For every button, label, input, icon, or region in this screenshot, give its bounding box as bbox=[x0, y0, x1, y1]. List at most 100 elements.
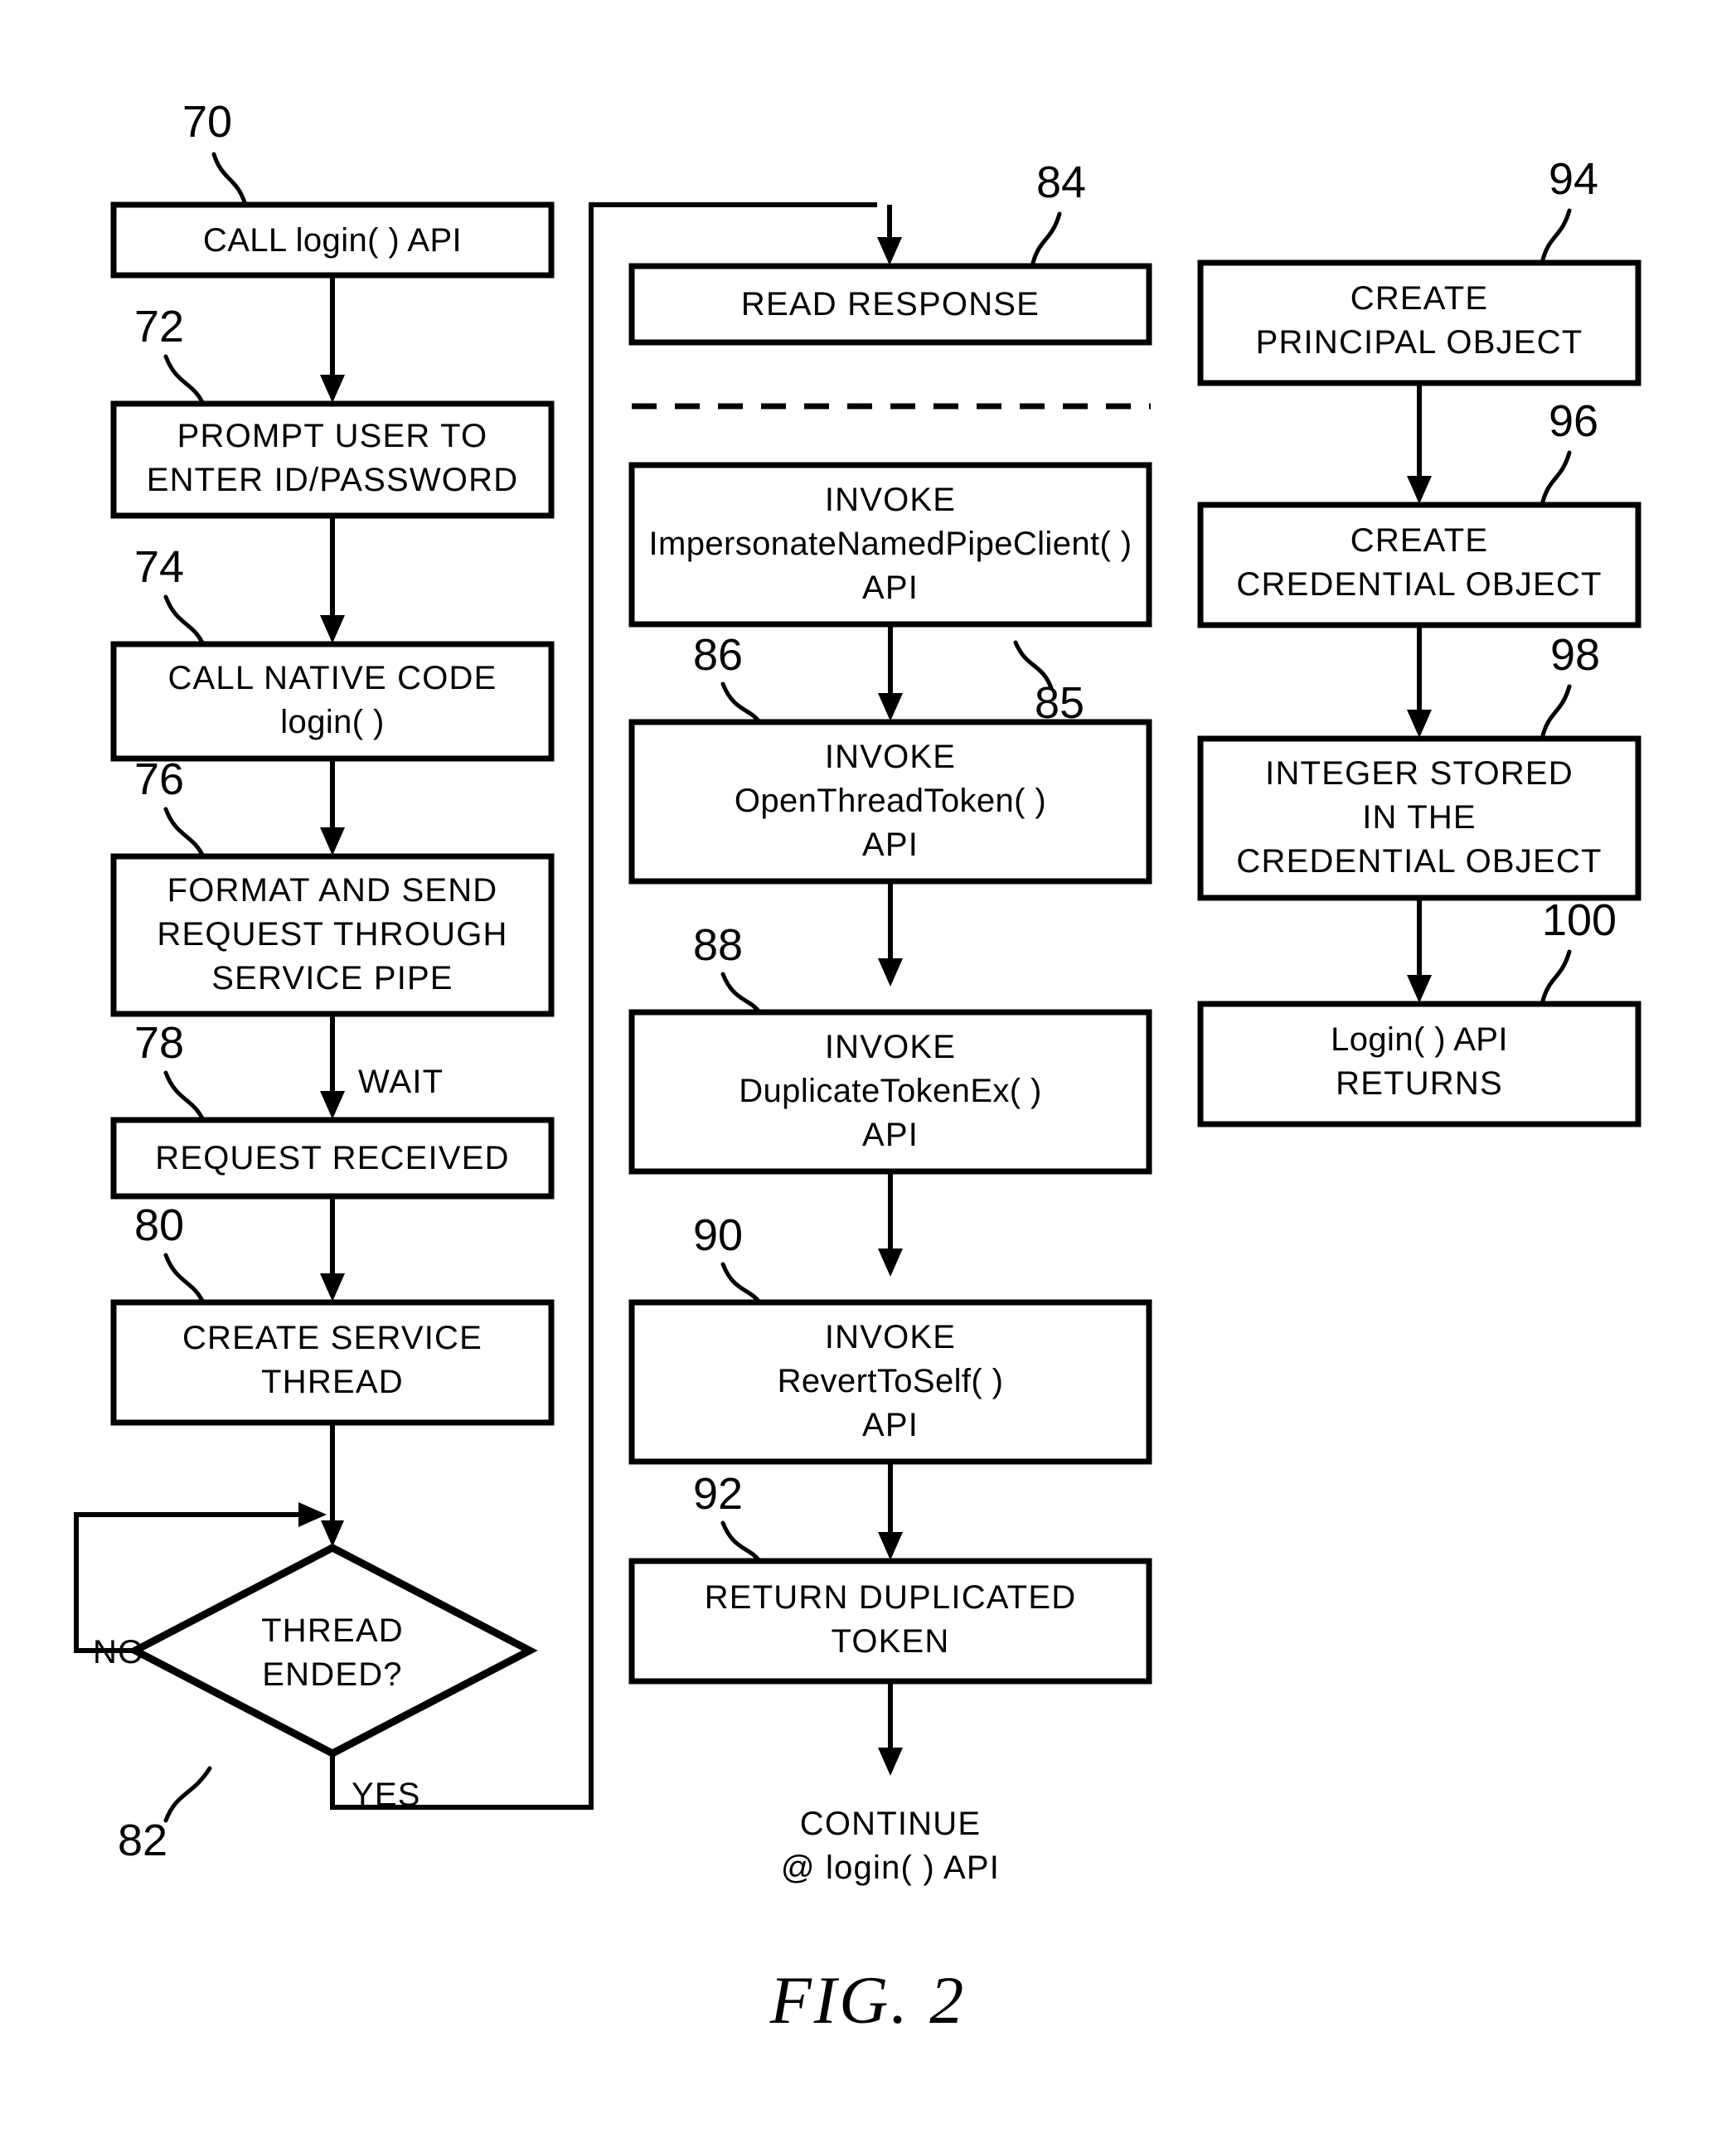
node-80-line-1: THREAD bbox=[261, 1364, 404, 1400]
figure-caption: FIG. 2 bbox=[769, 1962, 967, 2038]
leader-100 bbox=[1540, 949, 1572, 1006]
arrowhead-78-80 bbox=[320, 1273, 345, 1302]
ref-number-74: 74 bbox=[134, 542, 184, 592]
node-88-line-0: INVOKE bbox=[825, 1029, 956, 1065]
node-82-line-1: ENDED? bbox=[262, 1656, 402, 1693]
arrowhead-76-78 bbox=[320, 1091, 345, 1119]
node-72-line-1: ENTER ID/PASSWORD bbox=[147, 462, 519, 498]
leader-98 bbox=[1540, 684, 1572, 741]
leader-92 bbox=[720, 1520, 762, 1564]
node-78: REQUEST RECEIVED bbox=[110, 1117, 555, 1200]
node-84-line-0: READ RESPONSE bbox=[741, 286, 1040, 322]
arrowhead-74-76 bbox=[320, 827, 345, 856]
node-90: INVOKE RevertToSelf( ) API bbox=[628, 1299, 1152, 1465]
arrowhead-yes-84 bbox=[877, 237, 902, 265]
node-72: PROMPT USER TO ENTER ID/PASSWORD bbox=[110, 400, 555, 519]
ref-number-82: 82 bbox=[118, 1816, 167, 1865]
flowchart-canvas: CALL login( ) API 70 PROMPT USER TO ENTE… bbox=[74, 97, 1641, 2038]
leader-82 bbox=[163, 1766, 212, 1823]
node-78-line-0: REQUEST RECEIVED bbox=[155, 1140, 509, 1176]
ref-number-96: 96 bbox=[1549, 396, 1598, 446]
node-85-line-1: ImpersonateNamedPipeClient( ) bbox=[649, 526, 1132, 562]
edge-label-wait: WAIT bbox=[358, 1064, 444, 1100]
leader-96 bbox=[1540, 450, 1572, 507]
arrowhead-70-72 bbox=[320, 375, 345, 403]
arrowhead-80-82 bbox=[321, 1520, 344, 1547]
node-100-line-0: Login( ) API bbox=[1331, 1021, 1508, 1058]
arrowhead-94-96 bbox=[1407, 476, 1432, 504]
node-100-line-1: RETURNS bbox=[1336, 1065, 1503, 1102]
arrowhead-72-74 bbox=[320, 615, 345, 643]
node-86-line-0: INVOKE bbox=[825, 739, 956, 775]
arrowhead-86-88 bbox=[878, 958, 903, 987]
ref-number-86: 86 bbox=[693, 630, 743, 680]
node-74: CALL NATIVE CODE login( ) bbox=[110, 641, 555, 762]
node-88-line-1: DuplicateTokenEx( ) bbox=[739, 1073, 1042, 1109]
terminal-continue-line-0: CONTINUE bbox=[800, 1806, 982, 1842]
leader-76 bbox=[163, 807, 206, 859]
node-96-line-1: CREDENTIAL OBJECT bbox=[1236, 566, 1602, 603]
node-96: CREATE CREDENTIAL OBJECT bbox=[1197, 502, 1641, 628]
node-86-line-1: OpenThreadToken( ) bbox=[735, 783, 1046, 819]
ref-number-72: 72 bbox=[134, 302, 184, 352]
arrowhead-85-86 bbox=[878, 693, 903, 721]
node-74-line-1: login( ) bbox=[280, 704, 384, 740]
node-76-line-2: SERVICE PIPE bbox=[211, 960, 453, 996]
node-92-line-1: TOKEN bbox=[831, 1623, 949, 1660]
node-82-decision: THREAD ENDED? bbox=[127, 1543, 538, 1758]
node-90-line-0: INVOKE bbox=[825, 1319, 956, 1355]
arrowhead-88-90 bbox=[878, 1248, 903, 1277]
ref-number-90: 90 bbox=[693, 1210, 743, 1260]
leader-90 bbox=[720, 1262, 762, 1305]
leader-72 bbox=[163, 354, 206, 406]
node-98-line-1: IN THE bbox=[1362, 799, 1477, 836]
node-88: INVOKE DuplicateTokenEx( ) API bbox=[628, 1009, 1152, 1175]
patent-figure: CALL login( ) API 70 PROMPT USER TO ENTE… bbox=[0, 0, 1736, 2143]
node-86: INVOKE OpenThreadToken( ) API bbox=[628, 719, 1152, 885]
node-92: RETURN DUPLICATED TOKEN bbox=[628, 1558, 1152, 1685]
arrowhead-92-continue bbox=[878, 1748, 903, 1776]
ref-number-84: 84 bbox=[1036, 158, 1086, 207]
ref-number-76: 76 bbox=[134, 754, 184, 804]
ref-number-80: 80 bbox=[134, 1200, 184, 1250]
yes-branch-label: YES bbox=[352, 1777, 421, 1813]
node-76-line-0: FORMAT AND SEND bbox=[167, 872, 498, 909]
node-80: CREATE SERVICE THREAD bbox=[110, 1299, 555, 1426]
node-85: INVOKE ImpersonateNamedPipeClient( ) API bbox=[628, 462, 1152, 628]
node-76-line-1: REQUEST THROUGH bbox=[157, 916, 507, 953]
node-70: CALL login( ) API bbox=[110, 201, 555, 279]
leader-86 bbox=[720, 681, 762, 725]
arrowhead-98-100 bbox=[1407, 975, 1432, 1003]
node-88-line-2: API bbox=[862, 1117, 919, 1153]
leader-70 bbox=[211, 152, 248, 207]
node-84: READ RESPONSE bbox=[628, 263, 1152, 346]
node-72-line-0: PROMPT USER TO bbox=[177, 418, 488, 454]
ref-number-92: 92 bbox=[693, 1469, 743, 1519]
leader-74 bbox=[163, 594, 206, 647]
node-96-line-0: CREATE bbox=[1350, 522, 1488, 559]
node-98: INTEGER STORED IN THE CREDENTIAL OBJECT bbox=[1197, 735, 1641, 901]
arrowhead-96-98 bbox=[1407, 710, 1432, 738]
leader-88 bbox=[720, 972, 762, 1015]
ref-number-70: 70 bbox=[182, 97, 232, 147]
node-82-diamond bbox=[127, 1543, 538, 1758]
no-branch-label: NO bbox=[93, 1634, 144, 1670]
ref-number-98: 98 bbox=[1550, 630, 1600, 680]
ref-number-78: 78 bbox=[134, 1018, 184, 1068]
leader-80 bbox=[163, 1253, 206, 1305]
node-70-line-0: CALL login( ) API bbox=[203, 222, 462, 259]
node-90-line-2: API bbox=[862, 1407, 919, 1443]
leader-84 bbox=[1030, 211, 1062, 269]
ref-number-100: 100 bbox=[1542, 895, 1617, 945]
node-80-line-0: CREATE SERVICE bbox=[182, 1320, 482, 1356]
node-76: FORMAT AND SEND REQUEST THROUGH SERVICE … bbox=[110, 853, 555, 1017]
arrowhead-90-92 bbox=[878, 1532, 903, 1560]
node-94-line-0: CREATE bbox=[1350, 280, 1488, 317]
node-94-line-1: PRINCIPAL OBJECT bbox=[1256, 324, 1583, 361]
node-98-line-0: INTEGER STORED bbox=[1265, 755, 1574, 792]
terminal-continue: CONTINUE @ login( ) API bbox=[781, 1806, 1000, 1886]
terminal-continue-line-1: @ login( ) API bbox=[781, 1850, 1000, 1886]
node-82-line-0: THREAD bbox=[261, 1612, 404, 1649]
node-94: CREATE PRINCIPAL OBJECT bbox=[1197, 259, 1641, 386]
node-98-line-2: CREDENTIAL OBJECT bbox=[1236, 843, 1602, 880]
